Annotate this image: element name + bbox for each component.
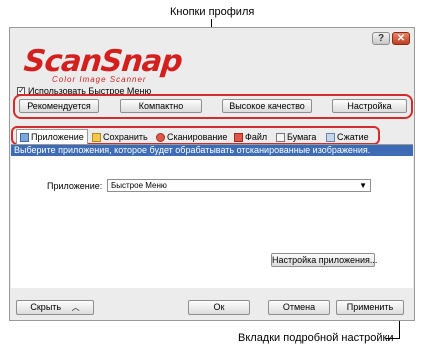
profile-custom-button[interactable]: Настройка bbox=[332, 99, 407, 113]
hide-button[interactable]: Скрыть ︿ bbox=[16, 300, 94, 315]
application-label: Приложение: bbox=[47, 181, 103, 191]
tab-label: Файл bbox=[245, 132, 268, 142]
tab-content-panel: Выберите приложения, которое будет обраб… bbox=[11, 144, 413, 289]
application-select[interactable]: Быстрое Меню ▼ bbox=[107, 179, 371, 192]
application-selected-value: Быстрое Меню bbox=[111, 181, 167, 190]
tab-label: Сканирование bbox=[167, 132, 228, 142]
profile-buttons-callout: Кнопки профиля bbox=[170, 6, 255, 18]
tab-label: Сжатие bbox=[337, 132, 369, 142]
logo-tagline: Color Image Scanner bbox=[52, 75, 147, 84]
apply-button[interactable]: Применить bbox=[336, 300, 404, 315]
scansnap-settings-window: ? ✕ ScanSnap Color Image Scanner ✓ Испол… bbox=[9, 27, 415, 321]
cancel-button[interactable]: Отмена bbox=[268, 300, 330, 315]
tab-application[interactable]: Приложение bbox=[16, 129, 88, 144]
application-icon bbox=[20, 132, 29, 142]
hide-button-label: Скрыть bbox=[30, 302, 62, 312]
tab-label: Сохранить bbox=[103, 132, 148, 142]
close-icon[interactable]: ✕ bbox=[392, 32, 410, 45]
compression-icon bbox=[326, 132, 335, 142]
tabs-callout-leader-end bbox=[386, 338, 400, 339]
tab-save[interactable]: Сохранить bbox=[92, 131, 148, 143]
help-icon[interactable]: ? bbox=[372, 32, 390, 45]
title-buttons: ? ✕ bbox=[372, 32, 410, 45]
paper-icon bbox=[276, 132, 285, 142]
folder-icon bbox=[92, 132, 101, 142]
chevron-down-icon[interactable]: ▼ bbox=[359, 180, 367, 191]
scansnap-logo: ScanSnap bbox=[22, 44, 184, 79]
profile-compact-button[interactable]: Компактно bbox=[120, 99, 202, 113]
tab-label: Бумага bbox=[287, 132, 317, 142]
tab-description: Выберите приложения, которое будет обраб… bbox=[11, 145, 413, 156]
profile-high-quality-button[interactable]: Высокое качество bbox=[222, 99, 312, 113]
tab-label: Приложение bbox=[31, 132, 84, 142]
tab-compression[interactable]: Сжатие bbox=[326, 131, 369, 143]
chevron-up-icon: ︿ bbox=[71, 303, 80, 312]
file-icon bbox=[234, 132, 243, 142]
application-settings-button[interactable]: Настройка приложения... bbox=[271, 253, 377, 267]
tab-paper[interactable]: Бумага bbox=[276, 131, 316, 143]
tab-file[interactable]: Файл bbox=[234, 131, 267, 143]
profile-recommended-button[interactable]: Рекомендуется bbox=[19, 99, 99, 113]
detail-tabs-callout: Вкладки подробной настройки bbox=[238, 332, 394, 344]
tab-scanning[interactable]: Сканирование bbox=[156, 131, 227, 143]
ok-button[interactable]: Ок bbox=[188, 300, 250, 315]
footer-bar: Скрыть ︿ Ок Отмена Применить bbox=[10, 288, 414, 320]
scan-icon bbox=[156, 132, 165, 142]
